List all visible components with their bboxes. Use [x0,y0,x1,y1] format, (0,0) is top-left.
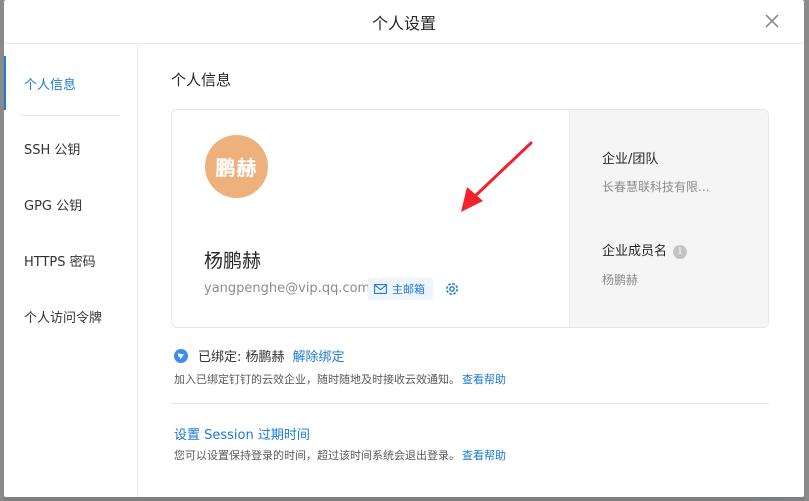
close-button[interactable] [762,11,782,31]
member-name-value: 杨鹏赫 [602,273,639,287]
session-hint-text: 您可以设置保持登录的时间，超过该时间系统会退出登录。 [174,449,460,462]
annotation-arrow [461,141,533,212]
settings-sidebar: 个人信息 SSH 公钥 GPG 公钥 HTTPS 密码 个人访问令牌 [4,45,138,497]
binding-hint: 加入已绑定钉钉的云效企业，随时随地及时接收云效通知。 查看帮助 [174,371,506,387]
backdrop-right-edge [804,0,809,501]
member-name-label: 企业成员名 [602,244,668,259]
binding-status: 已绑定: 杨鹏赫 [198,350,285,365]
sidebar-item-personal-info[interactable]: 个人信息 [24,74,76,93]
organization-panel: 企业/团队 长春慧联科技有限... 企业成员名 i 杨鹏赫 [569,110,768,327]
binding-hint-text: 加入已绑定钉钉的云效企业，随时随地及时接收云效通知。 [174,373,460,386]
session-hint: 您可以设置保持登录的时间，超过该时间系统会退出登录。 查看帮助 [174,447,506,463]
modal-header: 个人设置 [4,0,804,44]
primary-email-label: 主邮箱 [392,283,425,296]
sidebar-active-indicator [4,56,6,110]
email-settings-button[interactable] [443,280,461,298]
user-email: yangpenghe@vip.qq.com [204,281,371,296]
modal-title: 个人设置 [371,14,436,33]
info-icon[interactable]: i [673,245,688,259]
sidebar-item-access-token[interactable]: 个人访问令牌 [24,307,102,326]
section-title: 个人信息 [171,71,232,89]
mail-icon [374,284,387,294]
sidebar-divider [20,115,120,116]
avatar[interactable]: 鹏赫 [205,135,268,198]
personal-settings-modal: 个人设置 个人信息 SSH 公钥 GPG 公钥 HTTPS 密码 个人访问令牌 … [4,0,804,497]
gear-icon [446,283,458,295]
close-icon [765,14,779,28]
member-name-label-row: 企业成员名 i [602,240,688,259]
session-help-link[interactable]: 查看帮助 [462,449,506,462]
dingtalk-binding-row: 已绑定: 杨鹏赫 解除绑定 [174,346,345,365]
binding-help-link[interactable]: 查看帮助 [462,373,506,386]
sidebar-item-gpg-key[interactable]: GPG 公钥 [24,195,82,214]
unbind-link[interactable]: 解除绑定 [293,346,345,365]
sidebar-item-ssh-key[interactable]: SSH 公钥 [24,139,80,158]
user-name: 杨鹏赫 [204,250,262,272]
dingtalk-icon [174,348,188,363]
primary-email-badge: 主邮箱 [368,278,433,300]
org-label: 企业/团队 [602,152,659,167]
session-expiry-link[interactable]: 设置 Session 过期时间 [174,424,310,443]
sidebar-item-https-password[interactable]: HTTPS 密码 [24,251,96,270]
settings-content: 个人信息 鹏赫 杨鹏赫 yangpenghe@vip.qq.com 主邮箱 企业… [139,45,804,497]
section-divider [171,403,769,404]
org-value: 长春慧联科技有限... [602,180,710,194]
